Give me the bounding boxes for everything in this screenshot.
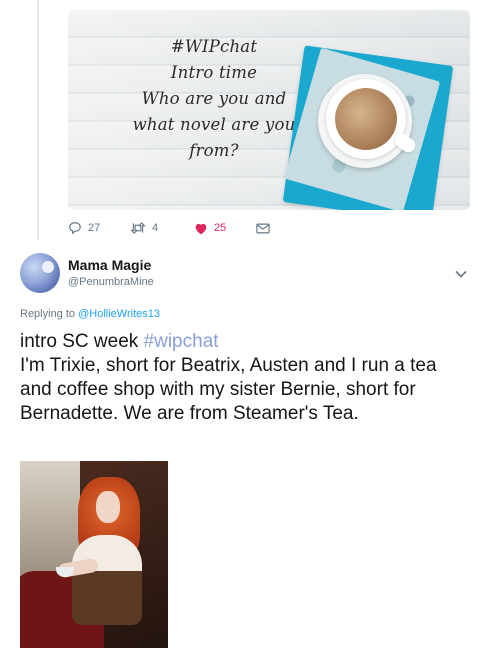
coffee-illustration: [335, 88, 397, 150]
reply-icon: [69, 222, 81, 235]
avatar-moon-shape: [42, 261, 54, 273]
heart-icon: [195, 223, 207, 234]
tweet-text: intro SC week #wipchat I'm Trixie, short…: [20, 330, 470, 426]
hashtag-link[interactable]: #wipchat: [144, 331, 219, 352]
photo-face: [96, 491, 120, 523]
retweet-count: 4: [152, 222, 159, 234]
tweet-media-image[interactable]: #WIPchat Intro time Who are you and what…: [68, 10, 470, 210]
direct-message-button[interactable]: [256, 223, 286, 234]
user-handle[interactable]: @PenumbraMine: [68, 276, 154, 288]
reply-count: 27: [88, 222, 101, 234]
tweet-text-first-line: intro SC week #wipchat: [20, 330, 470, 354]
replying-to-line: Replying to @HollieWrites13: [20, 308, 160, 320]
like-button[interactable]: 25: [194, 222, 256, 235]
retweet-button[interactable]: 4: [130, 221, 194, 235]
tweet-action-bar: 27 4 25: [68, 218, 286, 238]
thread-connector-line: [37, 0, 39, 240]
replying-to-prefix: Replying to: [20, 308, 79, 320]
chevron-down-icon: [455, 270, 467, 278]
display-name[interactable]: Mama Magie: [68, 257, 151, 273]
tweet-text-intro: intro SC week: [20, 331, 144, 352]
more-options-button[interactable]: [455, 265, 467, 283]
photo-dress: [72, 535, 142, 625]
like-count: 25: [214, 222, 227, 234]
reply-button[interactable]: 27: [68, 221, 130, 235]
tweet-text-body: I'm Trixie, short for Beatrix, Austen an…: [20, 355, 437, 424]
envelope-icon: [256, 223, 270, 233]
replying-to-mention-link[interactable]: @HollieWrites13: [78, 308, 160, 320]
tweet-attached-photo[interactable]: [20, 461, 168, 648]
retweet-icon: [130, 222, 146, 234]
avatar[interactable]: [20, 253, 60, 293]
